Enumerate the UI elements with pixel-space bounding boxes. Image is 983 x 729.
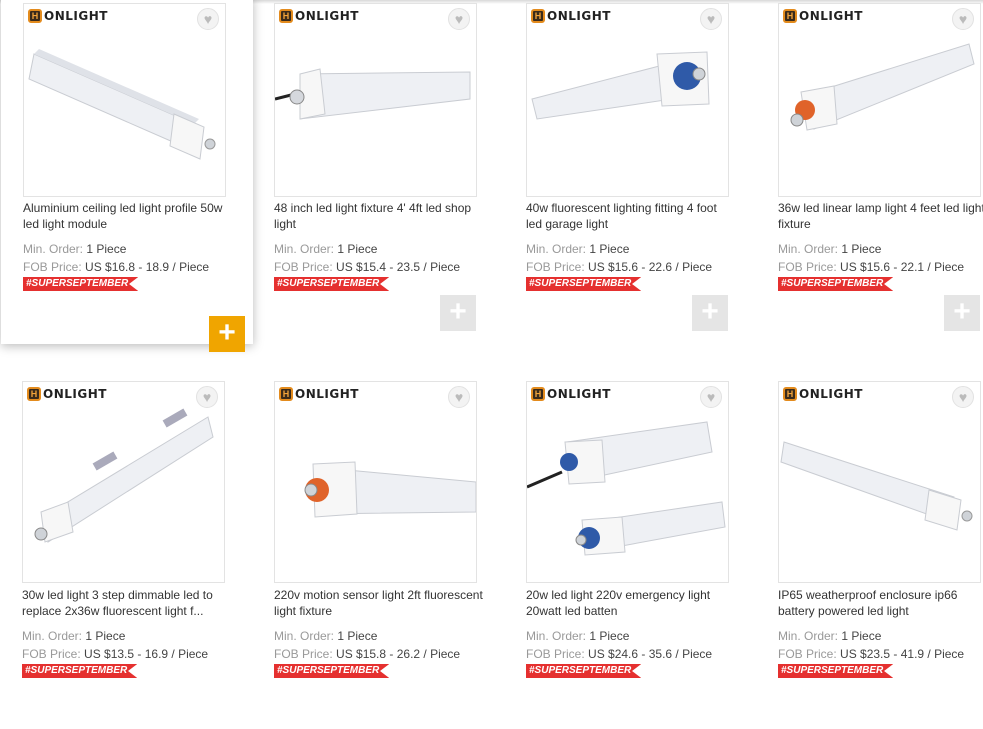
product-card[interactable]: H ONLIGHT ♥ 48 inch led light fixture 4' … (252, 0, 504, 348)
product-card[interactable]: H ONLIGHT ♥ 220v motion sensor light 2ft … (252, 381, 504, 729)
fob-price: FOB Price: US $16.8 - 18.9 / Piece (23, 260, 210, 274)
product-title[interactable]: 40w fluorescent lighting fitting 4 foot … (526, 200, 736, 232)
min-order: Min. Order: 1 Piece (778, 242, 882, 256)
product-grid: H ONLIGHT ♥ Aluminium ceiling led light p… (0, 0, 983, 685)
product-card[interactable]: H ONLIGHT ♥ Aluminium ceiling led light p… (1, 0, 253, 352)
product-card[interactable]: H ONLIGHT ♥ 36w led linear lamp light 4 f… (756, 0, 983, 348)
product-image[interactable]: H ONLIGHT ♥ (526, 3, 729, 197)
promo-badge[interactable]: #SUPERSEPTEMBER (778, 277, 894, 291)
add-to-compare-button[interactable]: + (440, 295, 476, 331)
brand-logo: H ONLIGHT (783, 8, 863, 24)
add-to-compare-button[interactable]: + (692, 295, 728, 331)
logo-icon: H (279, 387, 293, 401)
led-fixture-image (531, 51, 710, 120)
promo-badge[interactable]: #SUPERSEPTEMBER (22, 664, 138, 678)
fob-price: FOB Price: US $24.6 - 35.6 / Piece (526, 647, 713, 661)
brand-logo: H ONLIGHT (279, 386, 359, 402)
product-image[interactable]: H ONLIGHT ♥ (23, 3, 226, 197)
logo-icon: H (531, 9, 545, 23)
logo-icon: H (279, 9, 293, 23)
led-fixture-image (527, 421, 726, 556)
led-fixture-image (34, 408, 214, 543)
min-order: Min. Order: 1 Piece (526, 629, 630, 643)
fob-price: FOB Price: US $15.4 - 23.5 / Piece (274, 260, 461, 274)
led-fixture-image (28, 49, 216, 160)
product-title[interactable]: Aluminium ceiling led light profile 50w … (23, 200, 233, 232)
product-image[interactable]: H ONLIGHT ♥ (274, 381, 477, 583)
add-to-compare-button[interactable]: + (209, 316, 245, 352)
min-order: Min. Order: 1 Piece (778, 629, 882, 643)
min-order: Min. Order: 1 Piece (526, 242, 630, 256)
product-card[interactable]: H ONLIGHT ♥ 30w led light 3 step dimmable… (0, 381, 252, 729)
led-fixture-image (790, 43, 975, 131)
product-card[interactable]: H ONLIGHT ♥ IP65 weatherproof enclosure i… (756, 381, 983, 729)
promo-badge[interactable]: #SUPERSEPTEMBER (778, 664, 894, 678)
brand-logo: H ONLIGHT (531, 8, 611, 24)
min-order: Min. Order: 1 Piece (274, 242, 378, 256)
logo-icon: H (783, 387, 797, 401)
product-title[interactable]: 220v motion sensor light 2ft fluorescent… (274, 587, 484, 619)
brand-logo: H ONLIGHT (28, 8, 108, 24)
product-card[interactable]: H ONLIGHT ♥ 40w fluorescent lighting fitt… (504, 0, 756, 348)
promo-badge[interactable]: #SUPERSEPTEMBER (526, 277, 642, 291)
logo-icon: H (28, 9, 42, 23)
brand-logo: H ONLIGHT (27, 386, 107, 402)
min-order: Min. Order: 1 Piece (23, 242, 127, 256)
product-image[interactable]: H ONLIGHT ♥ (778, 3, 981, 197)
fob-price: FOB Price: US $13.5 - 16.9 / Piece (22, 647, 209, 661)
product-image[interactable]: H ONLIGHT ♥ (274, 3, 477, 197)
brand-logo: H ONLIGHT (279, 8, 359, 24)
product-title[interactable]: 20w led light 220v emergency light 20wat… (526, 587, 736, 619)
promo-badge[interactable]: #SUPERSEPTEMBER (274, 664, 390, 678)
min-order: Min. Order: 1 Piece (274, 629, 378, 643)
product-title[interactable]: 48 inch led light fixture 4' 4ft led sho… (274, 200, 484, 232)
logo-icon: H (531, 387, 545, 401)
fob-price: FOB Price: US $15.6 - 22.6 / Piece (526, 260, 713, 274)
led-fixture-image (780, 441, 973, 531)
logo-icon: H (27, 387, 41, 401)
led-fixture-image (275, 68, 471, 120)
brand-logo: H ONLIGHT (531, 386, 611, 402)
product-title[interactable]: 36w led linear lamp light 4 feet led lig… (778, 200, 983, 232)
promo-badge[interactable]: #SUPERSEPTEMBER (274, 277, 390, 291)
min-order: Min. Order: 1 Piece (22, 629, 126, 643)
product-image[interactable]: H ONLIGHT ♥ (778, 381, 981, 583)
brand-logo: H ONLIGHT (783, 386, 863, 402)
product-card[interactable]: H ONLIGHT ♥ 20w led light 220v emergency … (504, 381, 756, 729)
product-image[interactable]: H ONLIGHT ♥ (526, 381, 729, 583)
promo-badge[interactable]: #SUPERSEPTEMBER (526, 664, 642, 678)
fob-price: FOB Price: US $15.8 - 26.2 / Piece (274, 647, 461, 661)
fob-price: FOB Price: US $23.5 - 41.9 / Piece (778, 647, 965, 661)
promo-badge[interactable]: #SUPERSEPTEMBER (23, 277, 139, 291)
led-fixture-image (304, 461, 476, 518)
fob-price: FOB Price: US $15.6 - 22.1 / Piece (778, 260, 965, 274)
logo-icon: H (783, 9, 797, 23)
product-title[interactable]: 30w led light 3 step dimmable led to rep… (22, 587, 232, 619)
product-image[interactable]: H ONLIGHT ♥ (22, 381, 225, 583)
add-to-compare-button[interactable]: + (944, 295, 980, 331)
product-title[interactable]: IP65 weatherproof enclosure ip66 battery… (778, 587, 983, 619)
